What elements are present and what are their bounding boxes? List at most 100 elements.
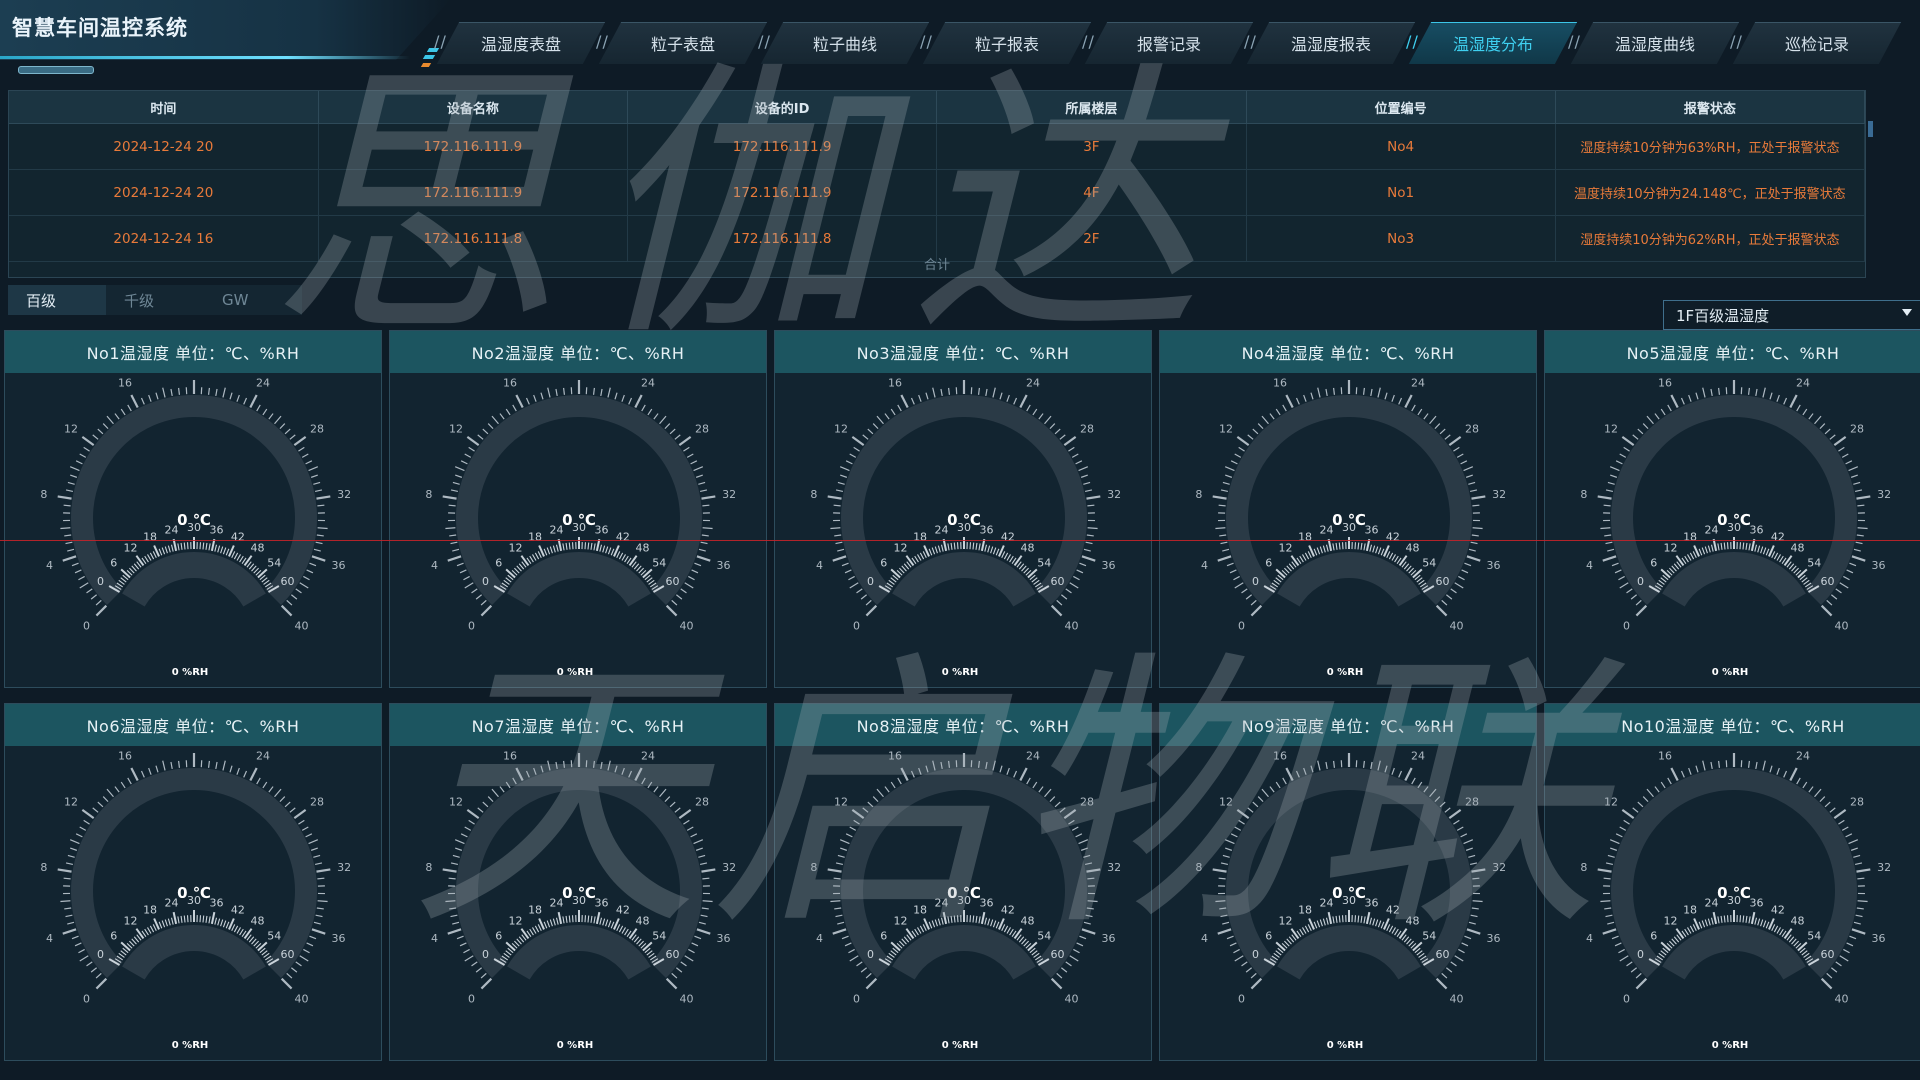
temperature-tick (1261, 788, 1269, 798)
nav-tab-3[interactable]: 粒子报表 (920, 18, 1088, 68)
column-header[interactable]: 位置编号 (1246, 91, 1556, 124)
temperature-tick (1429, 788, 1437, 798)
temperature-tick (1660, 781, 1666, 789)
header: 智慧车间温控系统 温湿度表盘 粒子表盘 粒子曲线 粒子报表 报警记录 温湿度报表 温湿度分布… (0, 0, 1920, 80)
humidity-tick (648, 952, 655, 958)
temperature-tick (449, 907, 457, 910)
level-tab-0[interactable]: 百级 (8, 285, 106, 315)
temperature-tick (683, 446, 690, 452)
temperature-tick (1013, 770, 1018, 778)
temperature-tick (900, 394, 909, 409)
column-header[interactable]: 设备名称 (318, 91, 629, 124)
level-tab-1[interactable]: 千级 (106, 285, 204, 315)
humidity-tick-label: 54 (1037, 557, 1051, 570)
temperature-tick (262, 408, 268, 416)
table-row[interactable]: 2024-12-24 20 172.116.111.9 172.116.111.9 4… (9, 169, 1866, 216)
temperature-tick (1435, 604, 1448, 617)
temperature-tick (1472, 877, 1480, 880)
temperature-tick (120, 781, 126, 789)
temperature-tick (65, 914, 73, 918)
temperature-tick-label: 40 (1834, 619, 1848, 632)
humidity-tick-label: 6 (110, 930, 117, 943)
floor-select[interactable]: 1F百级温湿度 (1663, 300, 1920, 330)
temperature-tick (614, 765, 618, 773)
temperature-tick (1835, 588, 1842, 594)
temperature-tick (71, 562, 79, 567)
temperature-tick (700, 541, 708, 545)
humidity-tick (214, 544, 218, 552)
column-header[interactable]: 所属楼层 (936, 91, 1247, 124)
humidity-tick (1275, 950, 1282, 956)
temperature-tick (1212, 868, 1227, 873)
humidity-tick (972, 915, 975, 923)
humidity-tick (1707, 545, 1711, 553)
humidity-tick (1332, 543, 1335, 551)
temperature-tick (680, 588, 687, 594)
humidity-track (1662, 552, 1806, 607)
column-header[interactable]: 设备的ID (627, 91, 938, 124)
temperature-tick-label: 0 (1623, 619, 1630, 632)
temperature-tick (512, 404, 517, 412)
humidity-tick (231, 551, 236, 558)
temperature-tick (71, 935, 79, 940)
temperature-tick-label: 0 (83, 619, 90, 632)
temperature-tick (313, 921, 321, 925)
temperature-tick (1078, 466, 1089, 472)
humidity-value: 0 %RH (172, 1040, 209, 1051)
temperature-tick (1083, 854, 1091, 858)
nav-tab-2[interactable]: 粒子曲线 (758, 18, 926, 68)
temperature-tick (696, 928, 711, 935)
humidity-tick (253, 567, 259, 574)
temperature-tick (1081, 555, 1096, 562)
temperature-tick (268, 786, 274, 793)
temperature-tick (308, 839, 319, 845)
humidity-tick (890, 941, 901, 952)
humidity-tick (1377, 920, 1382, 928)
table-scrollbar-thumb[interactable] (1868, 121, 1873, 137)
temperature-tick (1857, 877, 1865, 880)
temperature-tick (1843, 575, 1850, 581)
temperature-tick (1670, 394, 1679, 409)
humidity-tick (562, 543, 565, 551)
humidity-tick-label: 48 (635, 542, 649, 555)
temperature-tick-label: 24 (1796, 377, 1810, 390)
nav-tab-4[interactable]: 报警记录 (1082, 18, 1250, 68)
temperature-tick-label: 4 (431, 559, 438, 572)
temperature-tick (702, 900, 713, 903)
temperature-tick (64, 534, 72, 537)
temperature-tick (1219, 907, 1227, 910)
humidity-tick (1335, 542, 1338, 550)
temperature-tick (1257, 423, 1264, 430)
level-tab-2[interactable]: GW (204, 285, 302, 315)
column-header[interactable]: 报警状态 (1555, 91, 1866, 124)
temperature-tick (600, 388, 603, 397)
temperature-tick (1295, 770, 1300, 778)
nav-tab-0[interactable]: 温湿度表盘 (434, 18, 602, 68)
temperature-tick (1856, 534, 1864, 537)
temperature-tick (1605, 541, 1613, 545)
nav-tab-8[interactable]: 巡检记录 (1730, 18, 1898, 68)
temperature-tick (243, 770, 248, 778)
temperature-tick-label: 4 (46, 559, 53, 572)
humidity-tick (202, 915, 205, 923)
humidity-tick-label: 0 (1637, 575, 1644, 588)
nav-tab-6[interactable]: 温湿度分布 (1406, 18, 1574, 68)
temperature-tick (442, 868, 457, 873)
table-row[interactable]: 2024-12-24 20 172.116.111.9 172.116.111.9 3… (9, 123, 1866, 170)
humidity-tick (1803, 579, 1810, 585)
temperature-tick (454, 466, 465, 472)
column-header[interactable]: 时间 (9, 91, 319, 124)
nav-tab-5[interactable]: 温湿度报表 (1244, 18, 1412, 68)
humidity-tick-label: 42 (1771, 903, 1785, 916)
temperature-tick-label: 40 (294, 619, 308, 632)
humidity-tick (1783, 555, 1793, 567)
temperature-tick (525, 397, 530, 405)
temperature-tick (1833, 808, 1847, 820)
temperature-tick (305, 460, 313, 465)
temperature-tick-label: 0 (468, 619, 475, 632)
nav-tab-7[interactable]: 温湿度曲线 (1568, 18, 1736, 68)
temperature-tick (140, 770, 145, 778)
temperature-tick (690, 833, 698, 838)
temperature-tick (1026, 777, 1031, 785)
nav-tab-1[interactable]: 粒子表盘 (596, 18, 764, 68)
